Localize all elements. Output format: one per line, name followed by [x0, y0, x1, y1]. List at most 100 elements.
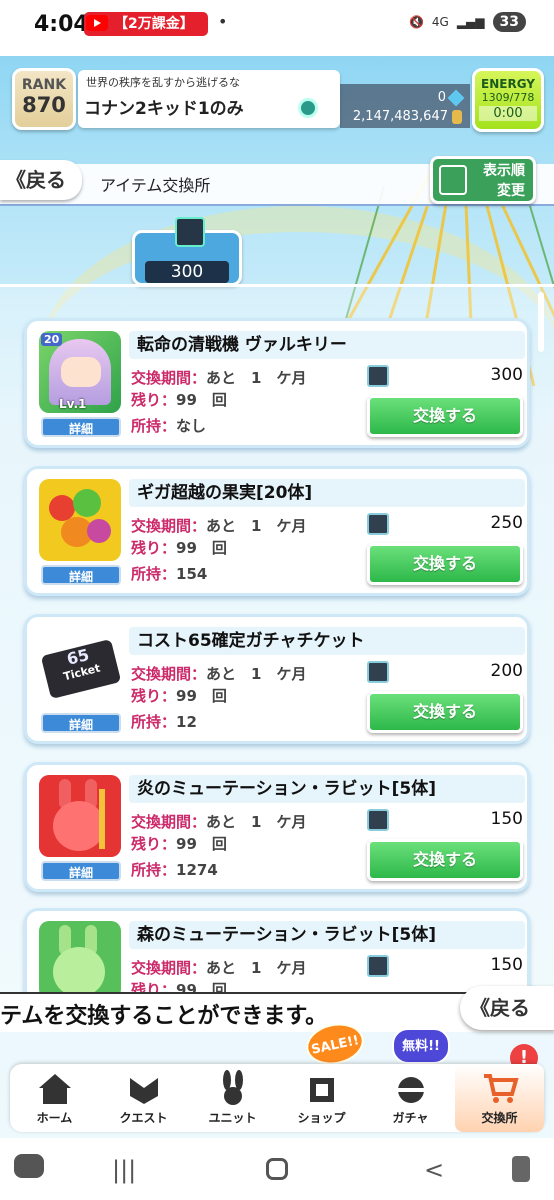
remaining-value: 99 回 — [176, 835, 227, 853]
energy-label: ENERGY — [481, 77, 535, 91]
free-badge: 無料!! — [392, 1028, 450, 1064]
unit-badge: 20 — [41, 333, 63, 346]
cost-row: 200 — [365, 661, 525, 685]
nav-unit-label: ユニット — [208, 1111, 257, 1125]
medal-icon — [367, 809, 389, 831]
rank-panel: RANK 870 — [12, 68, 76, 130]
back-system-icon[interactable]: < — [424, 1156, 444, 1184]
remaining-value: 99 回 — [176, 391, 227, 409]
owned-label: 所持： — [131, 565, 177, 583]
network-label: 4G — [431, 15, 449, 29]
exchange-button[interactable]: 交換する — [367, 395, 523, 437]
nav-unit[interactable]: ユニット — [188, 1064, 277, 1132]
detail-button[interactable]: 詳細 — [41, 861, 121, 881]
cost-value: 150 — [490, 809, 523, 829]
nav-quest[interactable]: クエスト — [99, 1064, 188, 1132]
owned-row: 所持：154 — [131, 563, 207, 584]
item-title: 転命の清戦機 ヴァルキリー — [129, 331, 525, 359]
exchange-button[interactable]: 交換する — [367, 691, 523, 733]
nav-home[interactable]: ホーム — [10, 1064, 99, 1132]
rotate-icon[interactable] — [512, 1156, 530, 1182]
period-label: 交換期間： — [131, 517, 207, 535]
item-title: 森のミューテーション・ラビット[5体] — [129, 921, 525, 949]
period-value: あと 1 ケ月 — [206, 369, 307, 387]
exchange-button[interactable]: 交換する — [367, 543, 523, 585]
game-screen: RANK 870 世界の秩序を乱すから逃げるな コナン2キッド1のみ 0 2,1… — [0, 56, 554, 1138]
coin-count: 2,147,483,647 — [352, 109, 448, 124]
rabbit-icon — [222, 1070, 243, 1105]
gem-count: 0 — [437, 90, 446, 105]
fruit-thumbnail[interactable] — [39, 479, 121, 561]
nav-gacha-label: ガチャ — [392, 1111, 429, 1125]
status-time: 4:04 — [34, 12, 89, 37]
owned-row: 所持：1274 — [131, 859, 218, 880]
status-right: 🔇 4G ▂▄▆ 33 — [409, 12, 526, 32]
period-label: 交換期間： — [131, 665, 207, 683]
period-label: 交換期間： — [131, 959, 207, 977]
notification-dot: • — [218, 12, 228, 31]
cost-row: 300 — [365, 365, 525, 389]
forest-rabbit-thumbnail[interactable] — [39, 921, 121, 999]
medal-balance-value: 300 — [145, 261, 229, 283]
home-icon — [38, 1074, 71, 1104]
bottom-navigation: ホーム クエスト ユニット ショップ ガチャ 交換所 — [10, 1064, 544, 1132]
currency-panel: 0 2,147,483,647 — [340, 84, 470, 128]
owned-label: 所持： — [131, 417, 177, 435]
remaining-value: 99 回 — [176, 539, 227, 557]
cost-value: 200 — [490, 661, 523, 681]
coin-row: 2,147,483,647 — [353, 109, 462, 124]
energy-panel: ENERGY 1309/778 0:00 — [472, 68, 544, 132]
list-item: 森のミューテーション・ラビット[5体] 交換期間：あと 1 ケ月 残り：99 回… — [24, 908, 530, 999]
cost-row: 150 — [365, 809, 525, 833]
cost-value: 300 — [490, 365, 523, 385]
player-name: コナン2キッド1のみ — [84, 99, 244, 119]
energy-value: 1309/778 — [481, 91, 535, 104]
detail-button[interactable]: 詳細 — [41, 417, 121, 437]
item-title: 炎のミューテーション・ラビット[5体] — [129, 775, 525, 803]
remaining-row: 残り：99 回 — [131, 537, 227, 558]
detail-button[interactable]: 詳細 — [41, 565, 121, 585]
detail-button[interactable]: 詳細 — [41, 713, 121, 733]
owned-value: なし — [176, 417, 207, 435]
period-value: あと 1 ケ月 — [206, 517, 307, 535]
item-title: コスト65確定ガチャチケット — [129, 627, 525, 655]
period-row: 交換期間：あと 1 ケ月 — [131, 367, 306, 388]
owned-row: 所持：なし — [131, 415, 206, 436]
home-system-icon[interactable] — [266, 1158, 288, 1180]
page-title: アイテム交換所 — [100, 176, 211, 195]
cost-value: 250 — [490, 513, 523, 533]
remaining-label: 残り： — [131, 539, 177, 557]
gacha-ball-icon — [397, 1077, 424, 1103]
period-row: 交換期間：あと 1 ケ月 — [131, 663, 306, 684]
owned-value: 154 — [176, 565, 208, 583]
nav-shop[interactable]: ショップ — [277, 1064, 366, 1132]
remaining-value: 99 回 — [176, 687, 227, 705]
unit-level: Lv.1 — [59, 397, 87, 411]
energy-timer: 0:00 — [479, 106, 537, 121]
game-controller-icon[interactable] — [14, 1154, 44, 1178]
valkyrie-thumbnail[interactable]: 20 Lv.1 — [39, 331, 121, 413]
mute-icon: 🔇 — [408, 15, 424, 29]
list-item: 20 Lv.1 詳細 転命の清戦機 ヴァルキリー 交換期間：あと 1 ケ月 残り… — [24, 318, 530, 448]
period-label: 交換期間： — [131, 813, 207, 831]
fire-rabbit-thumbnail[interactable] — [39, 775, 121, 857]
gem-row: 0 — [437, 89, 465, 106]
period-row: 交換期間：あと 1 ケ月 — [131, 811, 306, 832]
list-item: 65 Ticket 詳細 コスト65確定ガチャチケット 交換期間：あと 1 ケ月… — [24, 614, 530, 744]
list-scrollbar[interactable] — [538, 292, 544, 352]
nav-home-label: ホーム — [36, 1111, 73, 1125]
ticket-thumbnail[interactable]: 65 Ticket — [39, 627, 121, 709]
period-row: 交換期間：あと 1 ケ月 — [131, 957, 306, 978]
nav-gacha[interactable]: ガチャ — [366, 1064, 455, 1132]
nav-exchange[interactable]: 交換所 — [455, 1064, 544, 1132]
exchange-button[interactable]: 交換する — [367, 839, 523, 881]
player-panel[interactable]: 世界の秩序を乱すから逃げるな コナン2キッド1のみ — [78, 70, 340, 128]
recent-apps-icon[interactable]: ||| — [112, 1156, 136, 1184]
remaining-label: 残り： — [131, 835, 177, 853]
back-button-bottom[interactable]: 《戻る — [460, 986, 554, 1030]
nav-quest-label: クエスト — [119, 1111, 168, 1125]
medal-icon — [175, 217, 205, 247]
sort-order-button[interactable]: 表示順 変更 — [430, 156, 536, 204]
system-navigation: ||| < — [0, 1138, 554, 1200]
back-button[interactable]: 《戻る — [0, 160, 82, 200]
